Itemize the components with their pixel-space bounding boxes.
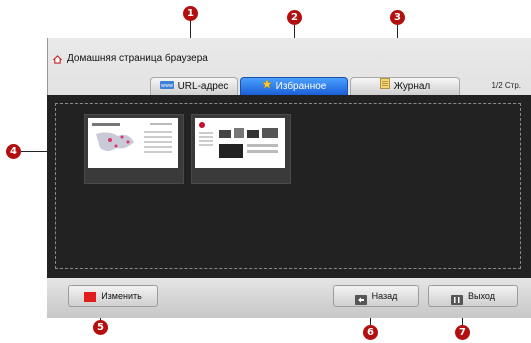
- callout-2: 2: [287, 10, 302, 25]
- back-icon: [354, 292, 367, 305]
- history-icon: [379, 78, 390, 95]
- bookmark-item[interactable]: [191, 114, 291, 184]
- site-thumbnail-1: [88, 118, 178, 168]
- callout-7: 7: [455, 325, 470, 340]
- edit-button-label: Изменить: [101, 291, 142, 301]
- tab-history-label: Журнал: [393, 81, 431, 93]
- exit-icon: [451, 292, 464, 305]
- callout-3: 3: [390, 10, 405, 25]
- site-thumbnail-2-lg: [195, 118, 285, 168]
- url-icon: www: [159, 78, 174, 95]
- svg-text:www: www: [160, 83, 172, 89]
- page-title: Домашняя страница браузера: [67, 53, 208, 64]
- tab-url[interactable]: www URL-адрес: [150, 77, 238, 95]
- tab-history[interactable]: Журнал: [350, 77, 460, 95]
- callout-1: 1: [183, 6, 198, 21]
- edit-button[interactable]: Изменить: [68, 285, 158, 307]
- tab-url-label: URL-адрес: [177, 81, 229, 93]
- bookmark-item[interactable]: [84, 114, 184, 184]
- exit-button[interactable]: Выход: [428, 285, 518, 307]
- page-indicator: 1/2 Стр.: [491, 81, 521, 90]
- callout-4: 4: [6, 144, 21, 159]
- back-button[interactable]: Назад: [333, 285, 419, 307]
- callout-5: 5: [93, 320, 108, 335]
- exit-button-label: Выход: [468, 291, 495, 301]
- tab-favorites-label: Избранное: [275, 81, 327, 93]
- back-button-label: Назад: [371, 291, 398, 301]
- home-icon: [53, 55, 62, 64]
- star-icon: [261, 78, 272, 95]
- callout-6: 6: [363, 325, 378, 340]
- tab-favorites[interactable]: Избранное: [240, 77, 348, 95]
- red-button-icon: [84, 291, 97, 302]
